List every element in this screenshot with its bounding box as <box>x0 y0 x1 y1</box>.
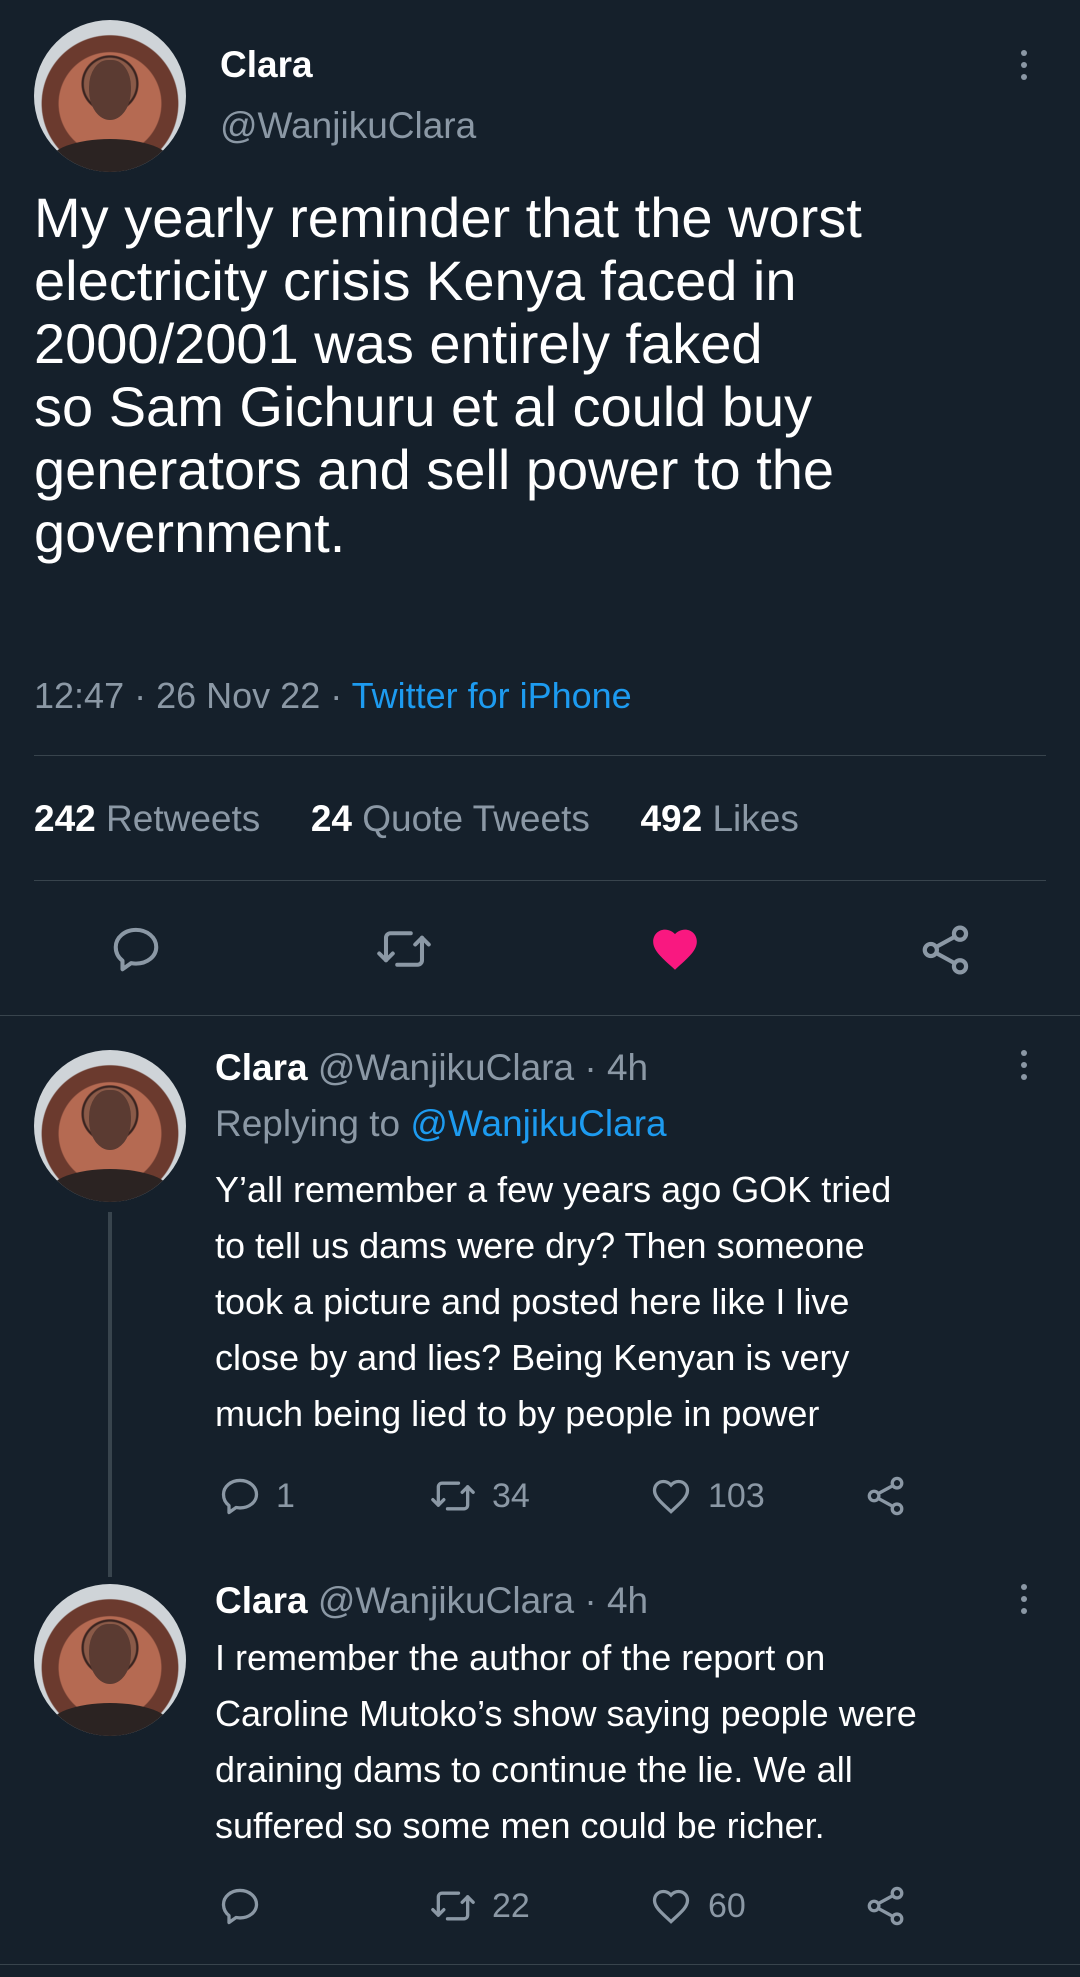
author-name[interactable]: Clara <box>220 44 313 86</box>
more-icon[interactable] <box>1019 1584 1029 1614</box>
reply-text-line: Y’all remember a few years ago GOK tried <box>215 1169 892 1210</box>
like-count: 60 <box>708 1886 746 1925</box>
retweet-button[interactable]: 34 <box>428 1474 530 1518</box>
reply-age[interactable]: 4h <box>607 1580 648 1621</box>
reply-header: Clara @WanjikuClara · 4h <box>215 1580 649 1621</box>
bottom-divider <box>0 1964 1080 1965</box>
reply-text-line: took a picture and posted here like I li… <box>215 1281 850 1322</box>
like-button[interactable]: 60 <box>648 1884 746 1928</box>
reply-text: Y’all remember a few years ago GOK tried… <box>215 1162 1065 1442</box>
reply-text-line: much being lied to by people in power <box>215 1393 820 1434</box>
tweet-stats: 242 Retweets 24 Quote Tweets 492 Likes <box>34 798 799 840</box>
retweet-button[interactable]: 22 <box>428 1884 530 1928</box>
reply-age[interactable]: 4h <box>607 1047 648 1088</box>
likes-stat[interactable]: 492 Likes <box>640 798 798 839</box>
more-icon[interactable] <box>1019 1050 1029 1080</box>
retweets-stat[interactable]: 242 Retweets <box>34 798 260 839</box>
tweet-text-line: government. <box>34 501 346 564</box>
reply-text-line: I remember the author of the report on <box>215 1637 826 1678</box>
reply-icon <box>113 927 159 972</box>
tweet-source-link[interactable]: Twitter for iPhone <box>352 675 632 716</box>
retweets-count: 242 <box>34 798 96 839</box>
retweets-label: Retweets <box>106 798 261 839</box>
like-count: 103 <box>708 1476 765 1515</box>
tweet-text-line: so Sam Gichuru et al could buy <box>34 375 813 438</box>
reply-button[interactable]: 1 <box>218 1474 295 1518</box>
quotes-count: 24 <box>310 798 352 839</box>
tweet-text-line: 2000/2001 was entirely faked <box>34 312 763 375</box>
reply-header: Clara @WanjikuClara · 4h <box>215 1047 649 1088</box>
reply-text-line: close by and lies? Being Kenyan is very <box>215 1337 850 1378</box>
replying-to: Replying to @WanjikuClara <box>215 1103 667 1145</box>
author-handle[interactable]: @WanjikuClara <box>220 105 476 147</box>
reply-text-line: draining dams to continue the lie. We al… <box>215 1749 853 1790</box>
share-button[interactable] <box>864 1884 908 1928</box>
reply-count: 1 <box>276 1476 295 1515</box>
replying-to-handle[interactable]: @WanjikuClara <box>410 1103 666 1144</box>
likes-count: 492 <box>640 798 703 839</box>
tweet-meta: 12:47 · 26 Nov 22 · Twitter for iPhone <box>34 675 632 716</box>
retweet-count: 22 <box>492 1886 530 1925</box>
like-button[interactable] <box>647 922 703 976</box>
avatar[interactable] <box>34 20 186 172</box>
quotes-label: Quote Tweets <box>362 798 590 839</box>
reply-button[interactable] <box>108 922 164 976</box>
reply-author-name[interactable]: Clara <box>215 1580 308 1621</box>
quote-tweets-stat[interactable]: 24 Quote Tweets <box>311 798 590 839</box>
like-button[interactable]: 103 <box>648 1474 765 1518</box>
thread-line <box>108 1212 112 1577</box>
section-divider <box>0 1015 1080 1016</box>
heart-icon <box>652 1479 690 1514</box>
share-icon <box>867 1886 904 1926</box>
avatar[interactable] <box>34 1050 186 1202</box>
tweet-text: My yearly reminder that the worst electr… <box>34 186 1044 564</box>
tweet-date: 26 Nov 22 <box>156 675 321 716</box>
tweet-text-line: electricity crisis Kenya faced in <box>34 249 797 312</box>
tweet-time: 12:47 <box>34 675 125 716</box>
heart-icon <box>653 929 697 970</box>
tweet-text-line: generators and sell power to the <box>34 438 835 501</box>
reply-icon <box>221 1888 259 1925</box>
replying-to-label: Replying to <box>215 1103 401 1144</box>
share-icon <box>867 1476 904 1516</box>
divider <box>34 880 1046 881</box>
tweet-text-line: My yearly reminder that the worst <box>34 186 862 249</box>
share-button[interactable] <box>864 1474 908 1518</box>
reply-text: I remember the author of the report on C… <box>215 1630 1065 1854</box>
share-icon <box>922 925 969 975</box>
retweet-icon <box>431 1481 475 1511</box>
reply-button[interactable] <box>218 1884 276 1928</box>
reply-author-handle[interactable]: @WanjikuClara <box>318 1047 574 1088</box>
retweet-icon <box>377 931 431 967</box>
heart-icon <box>652 1889 690 1924</box>
reply-author-handle[interactable]: @WanjikuClara <box>318 1580 574 1621</box>
avatar[interactable] <box>34 1584 186 1736</box>
reply-text-line: suffered so some men could be richer. <box>215 1805 825 1846</box>
reply-icon <box>221 1478 259 1515</box>
likes-label: Likes <box>712 798 799 839</box>
divider <box>34 755 1046 756</box>
retweet-button[interactable] <box>374 922 434 976</box>
retweet-count: 34 <box>492 1476 530 1515</box>
reply-text-line: to tell us dams were dry? Then someone <box>215 1225 865 1266</box>
more-icon[interactable] <box>1019 50 1029 80</box>
reply-author-name[interactable]: Clara <box>215 1047 308 1088</box>
reply-text-line: Caroline Mutoko’s show saying people wer… <box>215 1693 917 1734</box>
retweet-icon <box>431 1891 475 1921</box>
share-button[interactable] <box>918 922 974 978</box>
